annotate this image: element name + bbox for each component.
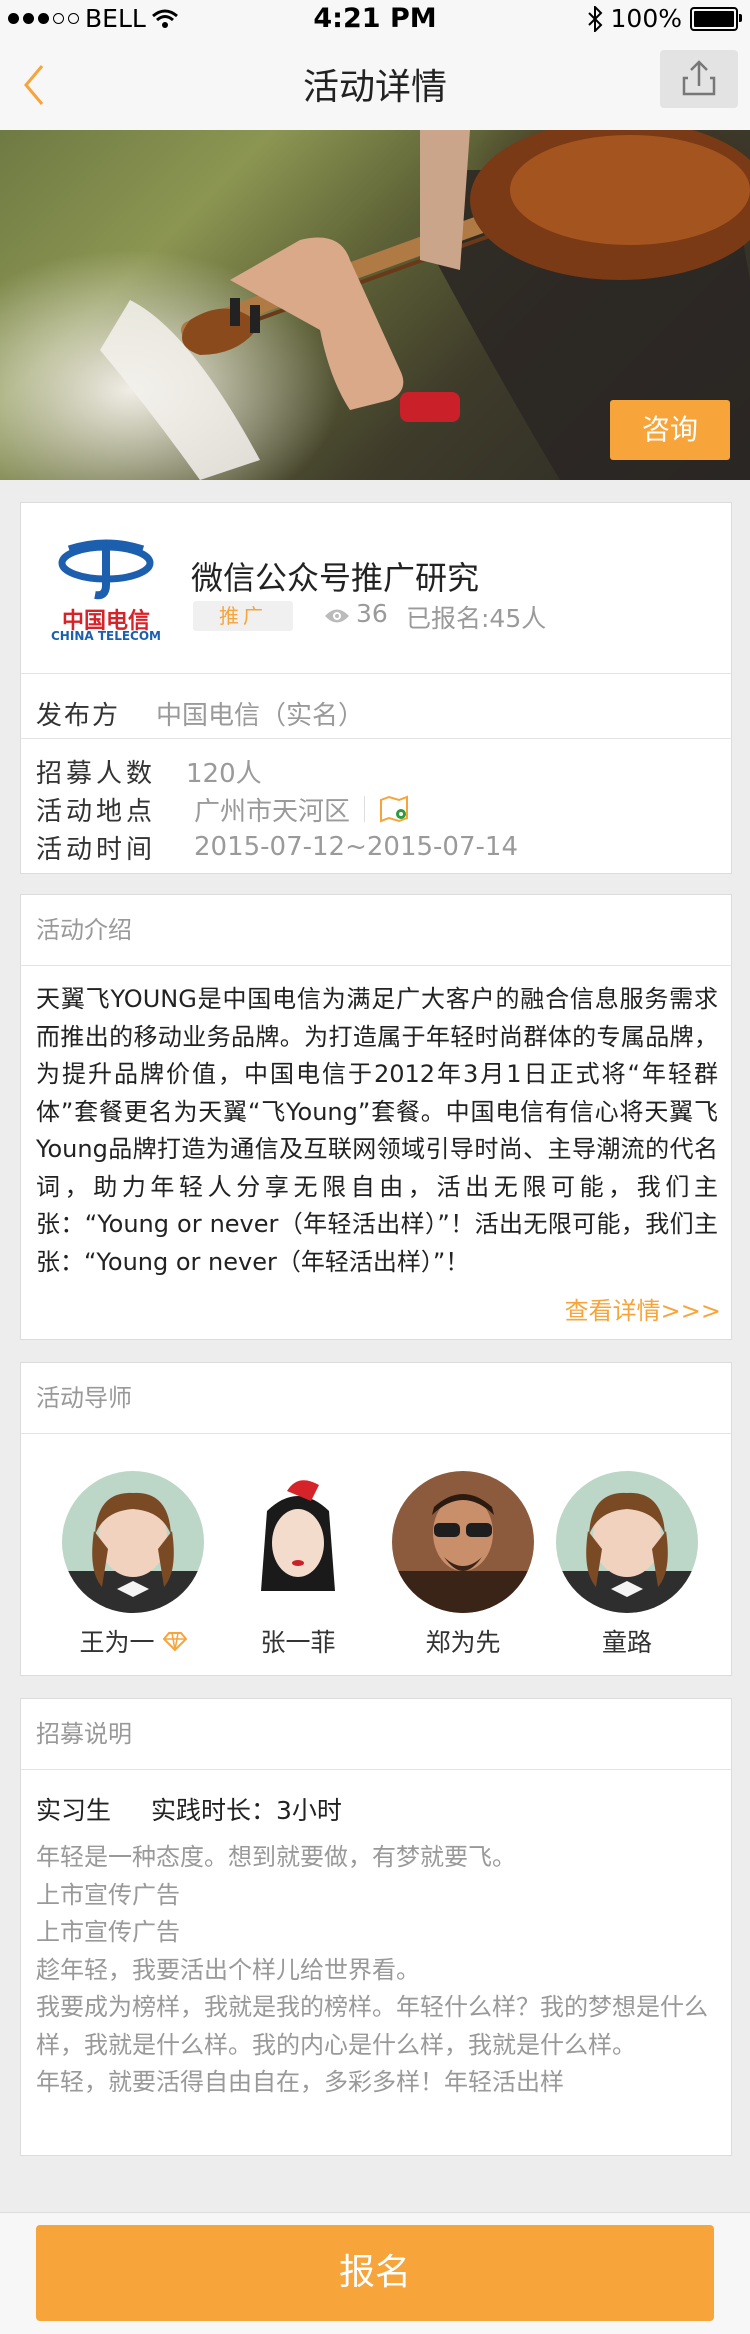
hero-banner: 咨询 (0, 130, 750, 480)
recruit-line: 上市宣传广告 (36, 1918, 180, 1946)
mentor-item[interactable]: 童路 (554, 1471, 700, 1659)
publisher-row: 发布方 中国电信（实名） (36, 683, 364, 743)
eye-icon (325, 609, 349, 623)
mentor-avatar (62, 1471, 204, 1613)
intro-header: 活动介绍 (21, 895, 731, 966)
recruit-line: 我要成为榜样，我就是我的榜样。年轻什么样？我的梦想是什么样，我就是什么样。我的内… (36, 1993, 708, 2059)
intro-card: 活动介绍 天翼飞YOUNG是中国电信为满足广大客户的融合信息服务需求而推出的移动… (20, 894, 732, 1340)
activity-info-card: 中国电信 CHINA TELECOM 微信公众号推广研究 推广 36 已报名:4… (20, 502, 732, 874)
recruit-role-row: 实习生 实践时长：3小时 (36, 1791, 342, 1827)
recruit-row: 招募人数 120人 (36, 753, 262, 789)
battery-percent: 100% (610, 4, 682, 33)
tag-badge: 推广 (193, 601, 293, 631)
mentor-name: 王为一 (79, 1628, 155, 1657)
recruit-duration: 实践时长：3小时 (151, 1796, 342, 1825)
mentor-item[interactable]: 王为一 (60, 1471, 206, 1659)
divider (364, 796, 366, 822)
nav-bar: 活动详情 (0, 40, 750, 131)
time-label: 活动时间 (36, 834, 157, 865)
mentor-avatar (556, 1471, 698, 1613)
activity-title: 微信公众号推广研究 (191, 559, 480, 597)
mentor-name: 童路 (601, 1628, 652, 1657)
time-value: 2015-07-12~2015-07-14 (194, 832, 518, 862)
logo-text-en: CHINA TELECOM (51, 629, 161, 643)
location-label: 活动地点 (36, 796, 157, 827)
mentor-avatar (227, 1471, 369, 1613)
view-more-link[interactable]: 查看详情>>> (565, 1291, 721, 1326)
divider (21, 738, 731, 739)
recruit-line: 趁年轻，我要活出个样儿给世界看。 (36, 1955, 420, 1984)
signup-button[interactable]: 报名 (36, 2225, 714, 2321)
recruit-label: 招募人数 (36, 758, 157, 789)
status-bar: BELL 4:21 PM 100% (0, 0, 750, 40)
diamond-icon (162, 1632, 187, 1651)
publisher-value: 中国电信（实名） (156, 700, 365, 731)
intro-body: 天翼飞YOUNG是中国电信为满足广大客户的融合信息服务需求而推出的移动业务品牌。… (36, 985, 718, 1276)
share-button[interactable] (660, 50, 738, 108)
recruit-value: 120人 (186, 758, 262, 789)
recruit-lines: 年轻是一种态度。想到就要做，有梦就要飞。 上市宣传广告 上市宣传广告 趁年轻，我… (36, 1839, 718, 2102)
china-telecom-logo-icon (58, 539, 154, 600)
view-count: 36 (356, 599, 388, 628)
status-right: 100% (587, 4, 742, 33)
location-value: 广州市天河区 (194, 796, 351, 827)
recruit-line: 上市宣传广告 (36, 1880, 180, 1909)
signed-up-count: 已报名:45人 (406, 604, 547, 633)
mentor-item[interactable]: 张一菲 (225, 1471, 371, 1659)
telecom-logo: 中国电信 CHINA TELECOM (51, 533, 161, 643)
map-pin-icon[interactable] (379, 794, 409, 824)
mentor-item[interactable]: 郑为先 (390, 1471, 536, 1659)
divider (21, 673, 731, 674)
recruit-header: 招募说明 (21, 1699, 731, 1770)
mentor-name: 张一菲 (260, 1628, 336, 1657)
recruit-role: 实习生 (36, 1796, 112, 1825)
footer-bar: 报名 (0, 2212, 750, 2334)
publisher-label: 发布方 (36, 700, 121, 731)
recruit-line: 年轻，就要活得自由自在，多彩多样！年轻活出样 (36, 2068, 564, 2096)
consult-button[interactable]: 咨询 (610, 400, 730, 460)
mentors-card: 活动导师 王为一 张一菲 郑为先 童路 (20, 1362, 732, 1676)
mentor-avatar (392, 1471, 534, 1613)
battery-icon (690, 6, 742, 31)
page-title: 活动详情 (302, 67, 447, 108)
time-row: 活动时间 2015-07-12~2015-07-14 (36, 829, 518, 865)
bluetooth-icon (587, 5, 602, 32)
mentor-name: 郑为先 (425, 1628, 501, 1657)
location-row: 活动地点 广州市天河区 (36, 791, 409, 827)
mentors-header: 活动导师 (21, 1363, 731, 1434)
share-icon (682, 60, 716, 96)
recruit-line: 年轻是一种态度。想到就要做，有梦就要飞。 (36, 1843, 516, 1871)
recruit-card: 招募说明 实习生 实践时长：3小时 年轻是一种态度。想到就要做，有梦就要飞。 上… (20, 1698, 732, 2156)
